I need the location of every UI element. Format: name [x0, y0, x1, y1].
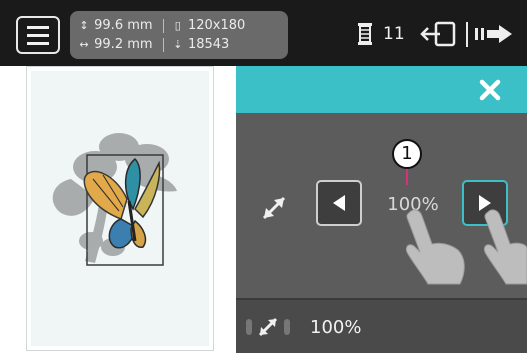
exit-icon[interactable]	[420, 21, 458, 47]
hoop-icon: ▯	[174, 19, 181, 32]
tap-hand-icon	[405, 209, 465, 285]
stitch-count: 18543	[187, 37, 230, 52]
info-row-bottom: ↔ 99.2 mm ⇣ 18543	[78, 36, 229, 54]
design-width: 99.2 mm	[94, 37, 153, 52]
hoop-size: 120x180	[187, 18, 246, 33]
menu-icon-line	[27, 34, 49, 37]
menu-button[interactable]	[16, 16, 60, 54]
toolbar-divider	[466, 22, 468, 47]
panel-footer: 100%	[236, 298, 527, 353]
divider	[162, 37, 164, 52]
panel-header	[236, 66, 527, 113]
stitch-icon: ⇣	[173, 38, 183, 51]
divider	[162, 18, 164, 33]
height-icon: ↕	[79, 19, 89, 32]
info-row-top: ↕ 99.6 mm ▯ 120x180	[78, 17, 245, 35]
scale-decrease-button[interactable]	[316, 180, 362, 226]
callout-line	[406, 169, 408, 185]
design-height: 99.6 mm	[94, 18, 153, 33]
close-icon[interactable]	[473, 74, 507, 106]
menu-icon-line	[27, 26, 49, 29]
next-icon[interactable]	[474, 24, 514, 44]
thread-spool-icon	[358, 23, 372, 45]
scale-footer-icon	[246, 317, 290, 337]
top-bar: ↕ 99.6 mm ▯ 120x180 ↔ 99.2 mm ⇣ 18543 11	[0, 0, 527, 66]
expand-icon	[262, 196, 286, 220]
design-preview[interactable]	[26, 66, 214, 351]
preview-canvas	[31, 71, 209, 346]
footer-scale-value: 100%	[310, 317, 362, 338]
thread-change-count: 11	[383, 24, 405, 44]
menu-icon-line	[27, 42, 49, 45]
butterfly-design-image	[52, 133, 177, 266]
arrow-left-icon	[333, 195, 345, 211]
footer-divider	[236, 298, 527, 300]
width-icon: ↔	[79, 38, 89, 51]
design-info-box: ↕ 99.6 mm ▯ 120x180 ↔ 99.2 mm ⇣ 18543	[70, 11, 288, 59]
tap-hand-icon	[483, 209, 527, 285]
callout-marker: 1	[392, 139, 422, 169]
